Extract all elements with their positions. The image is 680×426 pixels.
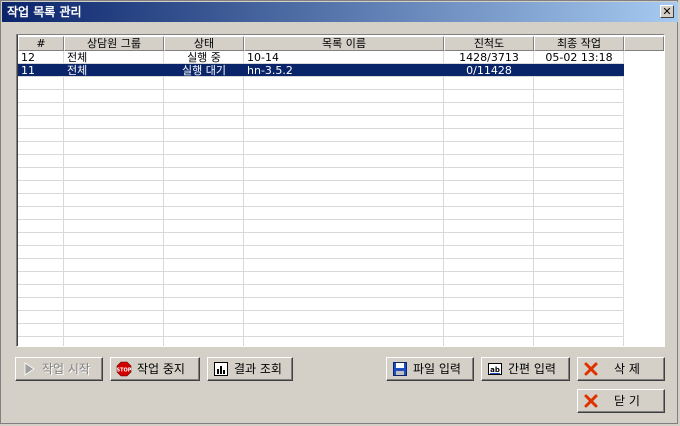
floppy-disk-icon (393, 362, 407, 376)
grid-line (18, 89, 624, 90)
quick-input-label: 간편 입력 (508, 362, 556, 376)
grid-line (18, 206, 624, 207)
column-header-list-name[interactable]: 목록 이름 (244, 36, 444, 51)
grid-line (163, 51, 164, 346)
grid-line (18, 128, 624, 129)
column-header-progress[interactable]: 진척도 (444, 36, 534, 51)
grid-line (18, 219, 624, 220)
grid-line (18, 76, 624, 77)
play-icon (24, 362, 35, 376)
table-header: # 상담원 그룹 상태 목록 이름 진척도 최종 작업 (18, 36, 664, 51)
view-results-button[interactable]: 결과 조회 (207, 357, 293, 381)
stop-sign-icon: STOP (117, 361, 132, 377)
grid-line (63, 51, 64, 346)
grid-line (18, 63, 624, 64)
column-header-last-job[interactable]: 최종 작업 (534, 36, 624, 51)
stop-job-label: 작업 중지 (137, 362, 185, 376)
grid-line (18, 258, 624, 259)
grid-line (18, 245, 624, 246)
window-title: 작업 목록 관리 (7, 5, 82, 19)
start-job-label: 작업 시작 (42, 362, 90, 376)
delete-label: 삭 제 (614, 362, 640, 376)
table-body: 12 전체 실행 중 10-14 1428/3713 05-02 13:18 1… (18, 51, 664, 346)
job-list-window: 작업 목록 관리 ✕ # 상담원 그룹 상태 목록 이름 진척도 최종 작업 1… (0, 0, 678, 424)
svg-text:ab: ab (490, 366, 500, 374)
text-edit-icon: ab (488, 363, 502, 375)
grid-line (18, 115, 624, 116)
grid-line (18, 232, 624, 233)
grid-line (18, 141, 624, 142)
close-window-button[interactable]: ✕ (660, 5, 674, 18)
grid-line (623, 51, 624, 346)
start-job-button[interactable]: 작업 시작 (15, 357, 103, 381)
grid-line (18, 167, 624, 168)
stop-job-button[interactable]: STOP 작업 중지 (110, 357, 200, 381)
title-bar[interactable]: 작업 목록 관리 ✕ (2, 2, 678, 22)
red-x-icon (584, 394, 598, 408)
grid-line (18, 323, 624, 324)
column-header-filler (624, 36, 664, 51)
quick-input-button[interactable]: ab 간편 입력 (481, 357, 570, 381)
grid-line (443, 51, 444, 346)
grid-line (533, 51, 534, 346)
grid-line (243, 51, 244, 346)
file-input-label: 파일 입력 (413, 362, 461, 376)
column-header-number[interactable]: # (18, 36, 64, 51)
delete-button[interactable]: 삭 제 (577, 357, 665, 381)
grid-line (18, 193, 624, 194)
grid-line (18, 310, 624, 311)
job-list-table[interactable]: # 상담원 그룹 상태 목록 이름 진척도 최종 작업 12 전체 실행 중 1… (16, 34, 665, 347)
grid-line (18, 180, 624, 181)
grid-line (18, 336, 624, 337)
bar-chart-icon (214, 362, 228, 376)
svg-text:STOP: STOP (117, 368, 132, 374)
column-header-agent-group[interactable]: 상담원 그룹 (64, 36, 164, 51)
column-header-status[interactable]: 상태 (164, 36, 244, 51)
close-label: 닫 기 (614, 394, 640, 408)
grid-line (18, 102, 624, 103)
grid-line (18, 154, 624, 155)
file-input-button[interactable]: 파일 입력 (386, 357, 474, 381)
grid-line (18, 271, 624, 272)
close-button[interactable]: 닫 기 (577, 389, 665, 413)
grid-line (18, 284, 624, 285)
view-results-label: 결과 조회 (234, 362, 282, 376)
red-x-icon (584, 362, 598, 376)
grid-line (18, 297, 624, 298)
